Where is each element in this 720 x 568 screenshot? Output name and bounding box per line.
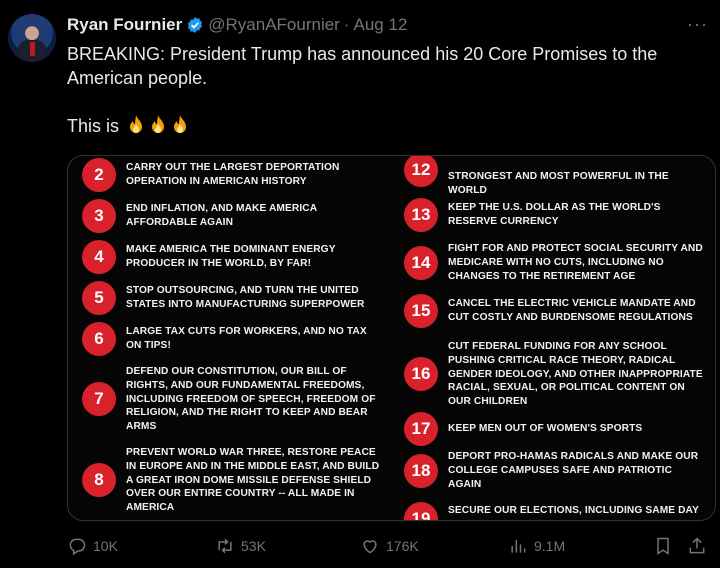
bookmark-icon <box>657 537 669 555</box>
promise-text: Fight for and protect social security an… <box>448 243 703 282</box>
promise-number: 4 <box>82 240 116 274</box>
like-button[interactable]: 176K <box>360 536 419 556</box>
promise-text: Keep men out of women's sports <box>448 423 643 435</box>
tweet-header: Ryan Fournier @RyanAFournier · Aug 12 <box>67 14 407 36</box>
verified-badge-icon <box>188 17 203 33</box>
promise-text: Keep the U.S. Dollar as the world's rese… <box>448 202 661 227</box>
action-bar: 10K 53K 176K 9.1M <box>67 536 712 564</box>
promise-item: 6 Large tax cuts for workers, and no tax… <box>82 322 384 356</box>
promise-number: 18 <box>404 453 438 488</box>
promise-item: 19 Secure our elections, including same … <box>404 502 706 520</box>
promise-text: Cut federal funding for any school pushi… <box>448 341 703 408</box>
more-icon[interactable]: ··· <box>687 14 708 35</box>
promise-number: 19 <box>404 502 438 520</box>
tweet-text: BREAKING: President Trump has announced … <box>67 42 707 138</box>
promise-item: 2 Carry out the largest deportation oper… <box>82 158 384 192</box>
promise-number: 13 <box>404 198 438 232</box>
reply-button[interactable]: 10K <box>67 536 118 556</box>
promise-number: 7 <box>82 382 116 417</box>
promise-number: 16 <box>404 357 438 392</box>
promise-item: 18 Deport pro-Hamas radicals and make ou… <box>404 450 706 491</box>
promise-item: 12 Strongest and most powerful in the wo… <box>404 156 706 198</box>
promise-item: 7 Defend our constitution, our bill of r… <box>82 365 384 434</box>
promise-text: Cancel the electric vehicle mandate and … <box>448 298 696 323</box>
promise-text: Carry out the largest deportation operat… <box>126 162 340 187</box>
promise-number: 2 <box>82 158 116 192</box>
tweet-line-2-text: This is <box>67 116 120 136</box>
promise-text: Stop outsourcing, and turn the United St… <box>126 285 365 310</box>
promise-item: 15 Cancel the electric vehicle mandate a… <box>404 294 706 328</box>
author-handle[interactable]: @RyanAFournier <box>208 15 340 35</box>
promise-number: 17 <box>404 412 438 446</box>
repost-count: 53K <box>241 538 266 554</box>
promise-text: Secure our elections, including same day <box>448 505 699 517</box>
fire-emoji-icon <box>174 115 187 133</box>
avatar-tie <box>30 42 35 56</box>
share-button[interactable] <box>687 536 707 556</box>
promise-number: 6 <box>82 322 116 356</box>
tweet-line-1: BREAKING: President Trump has announced … <box>67 44 658 88</box>
promise-item: 3 End inflation, and make America afford… <box>82 199 384 233</box>
fire-emoji-icon <box>130 115 143 133</box>
repost-button[interactable]: 53K <box>215 536 266 556</box>
author-name[interactable]: Ryan Fournier <box>67 15 182 35</box>
promise-item: 14 Fight for and protect social security… <box>404 242 706 283</box>
promise-item: 17 Keep men out of women's sports <box>404 412 706 446</box>
promise-item: 13 Keep the U.S. Dollar as the world's r… <box>404 198 706 232</box>
like-icon <box>363 540 377 554</box>
promise-number: 5 <box>82 281 116 315</box>
promise-item: 5 Stop outsourcing, and turn the United … <box>82 281 384 315</box>
promise-number: 8 <box>82 463 116 498</box>
promise-text: Make America the dominant energy produce… <box>126 244 336 269</box>
promise-text: Strongest and most powerful in the world <box>448 171 669 196</box>
promise-item: 8 Prevent World War Three, restore peace… <box>82 446 384 515</box>
promise-text: Large tax cuts for workers, and no tax o… <box>126 326 367 351</box>
like-count: 176K <box>386 538 419 554</box>
promise-text: Defend our constitution, our bill of rig… <box>126 366 376 433</box>
views-button[interactable]: 9.1M <box>508 536 565 556</box>
promise-number: 12 <box>404 156 438 187</box>
separator-dot: · <box>343 15 350 34</box>
bookmark-button[interactable] <box>653 536 673 556</box>
promise-text: End inflation, and make America affordab… <box>126 203 317 228</box>
views-count: 9.1M <box>534 538 566 554</box>
fire-emoji-icon <box>152 115 165 133</box>
promise-item: 16 Cut federal funding for any school pu… <box>404 340 706 409</box>
promise-number: 3 <box>82 199 116 233</box>
post-date[interactable]: Aug 12 <box>354 15 408 35</box>
share-icon <box>689 537 705 554</box>
views-icon <box>511 540 526 553</box>
tweet-line-2: This is <box>67 114 707 138</box>
avatar[interactable] <box>8 14 56 62</box>
promise-text: Deport pro-Hamas radicals and make our c… <box>448 451 699 490</box>
promise-number: 15 <box>404 294 438 328</box>
repost-icon <box>218 538 232 554</box>
reply-icon <box>69 538 86 556</box>
promise-item: 4 Make America the dominant energy produ… <box>82 240 384 274</box>
promise-number: 14 <box>404 245 438 280</box>
reply-count: 10K <box>93 538 118 554</box>
media-image[interactable]: 2 Carry out the largest deportation oper… <box>67 155 716 521</box>
promise-text: Prevent World War Three, restore peace i… <box>126 447 380 514</box>
